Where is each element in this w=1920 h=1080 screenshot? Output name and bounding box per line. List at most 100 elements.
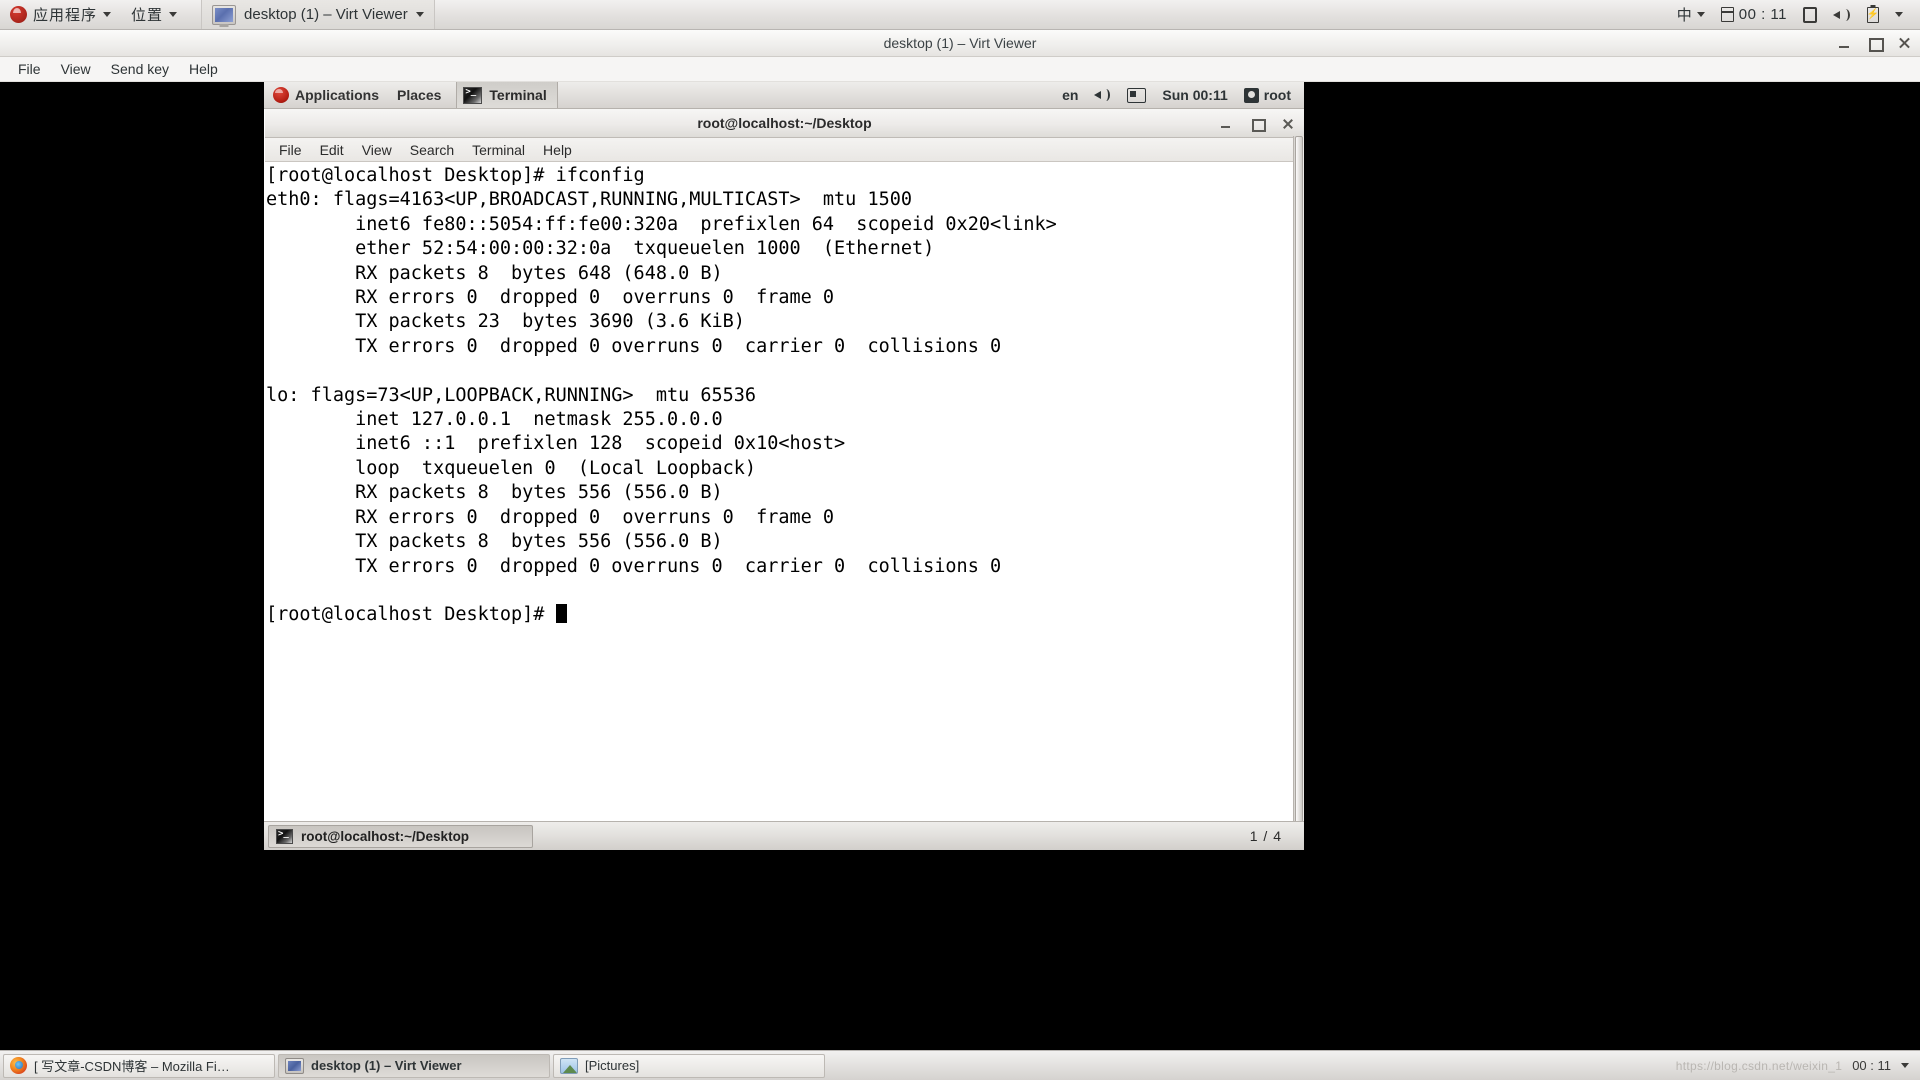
terminal-line: eth0: flags=4163<UP,BROADCAST,RUNNING,MU… [266,189,913,211]
terminal-menu-file[interactable]: File [270,140,311,160]
terminal-line: RX errors 0 dropped 0 overruns 0 frame 0 [266,287,835,309]
host-applications-label: 应用程序 [33,6,98,24]
terminal-icon [276,828,293,844]
guest-taskbar-item-terminal[interactable]: root@localhost:~/Desktop [268,824,533,848]
taskbar-item-label: [ 写文章-CSDN博客 – Mozilla Fi… [34,1059,230,1074]
terminal-line: RX packets 8 bytes 648 (648.0 B) [266,262,723,284]
menu-send-key[interactable]: Send key [101,59,179,79]
volume-icon [1833,7,1851,23]
terminal-menubar: File Edit View Search Terminal Help [265,138,1304,162]
maximize-icon[interactable] [1245,114,1267,133]
volume-indicator[interactable] [1826,0,1858,29]
terminal-menu-terminal[interactable]: Terminal [463,140,534,160]
taskbar-item-virt-viewer[interactable]: desktop (1) – Virt Viewer [278,1053,550,1078]
guest-taskbar-item-label: root@localhost:~/Desktop [301,828,470,844]
host-places-menu[interactable]: 位置 [121,0,187,29]
chevron-down-icon [1895,12,1903,17]
terminal-line: [root@localhost Desktop]# ifconfig [266,165,645,186]
terminal-line: ether 52:54:00:00:32:0a txqueuelen 1000 … [266,238,935,260]
terminal-menu-help[interactable]: Help [534,140,581,160]
input-method-label: 中 [1676,6,1692,24]
guest-scrollbar-thumb[interactable] [1295,136,1303,826]
host-top-panel: 应用程序 位置 desktop (1) – Virt Viewer 中 00 :… [0,0,1920,30]
guest-applications-label: Applications [295,87,380,103]
minimize-icon[interactable] [1836,35,1852,51]
terminal-cursor [555,604,567,624]
guest-desktop-area[interactable]: root@localhost:~/Desktop File Edit View [264,109,1304,850]
chevron-down-icon [169,12,178,17]
display-icon [1803,6,1817,23]
keyboard-layout-indicator[interactable]: en [1055,82,1085,108]
network-icon [1127,87,1147,103]
battery-icon: ⚡ [1867,6,1879,23]
guest-volume-indicator[interactable] [1087,82,1118,108]
terminal-menu-edit[interactable]: Edit [311,140,353,160]
host-applications-menu[interactable]: 应用程序 [0,0,121,29]
maximize-icon[interactable] [1866,35,1884,52]
virt-viewer-icon [285,1057,304,1074]
taskbar-item-firefox[interactable]: [ 写文章-CSDN博客 – Mozilla Fi… [3,1053,275,1078]
terminal-line: RX errors 0 dropped 0 overruns 0 frame 0 [266,506,835,528]
virt-viewer-canvas[interactable]: Applications Places Terminal en [0,82,1920,850]
fedora-icon [10,6,27,23]
menu-help[interactable]: Help [179,59,228,79]
guest-top-panel: Applications Places Terminal en [264,82,1304,109]
guest-places-menu[interactable]: Places [388,82,450,108]
terminal-menu-view[interactable]: View [353,140,401,160]
terminal-titlebar[interactable]: root@localhost:~/Desktop [265,109,1304,138]
chevron-down-icon [1696,12,1705,17]
terminal-output[interactable]: [root@localhost Desktop]# ifconfig eth0: … [265,162,1304,821]
chevron-down-icon [103,12,112,17]
guest-bottom-panel-right: 1 / 4 [1240,828,1300,844]
chevron-down-icon [415,12,424,17]
close-icon[interactable] [1276,114,1298,133]
host-panel-left: 应用程序 位置 desktop (1) – Virt Viewer [0,0,435,29]
guest-user-menu[interactable]: root [1237,82,1298,108]
virt-viewer-window: desktop (1) – Virt Viewer File View Send… [0,30,1920,850]
taskbar-item-label: desktop (1) – Virt Viewer [311,1058,462,1073]
menu-file[interactable]: File [8,59,51,79]
workspace-switcher[interactable]: 1 / 4 [1240,828,1292,844]
terminal-window-buttons [1214,109,1298,137]
host-clock[interactable]: 00 : 11 [1714,0,1794,29]
terminal-line: TX errors 0 dropped 0 overruns 0 carrier… [266,555,1002,577]
host-window-button[interactable]: desktop (1) – Virt Viewer [201,0,435,29]
watermark: https://blog.csdn.net/weixin_1 [1675,1058,1843,1073]
host-clock-label: 00 : 11 [1738,6,1787,23]
input-method-indicator[interactable]: 中 [1670,0,1712,29]
monitor-icon [212,4,237,25]
guest-panel-right: en Sun 00:11 root [1055,82,1304,108]
guest-panel-left: Applications Places Terminal [264,82,558,108]
host-panel-menu-toggle[interactable] [1888,0,1910,29]
taskbar-item-pictures[interactable]: [Pictures] [553,1053,825,1078]
guest-user-label: root [1263,87,1291,103]
host-places-label: 位置 [131,6,164,24]
terminal-line: lo: flags=73<UP,LOOPBACK,RUNNING> mtu 65… [266,384,757,406]
user-icon [1243,87,1259,103]
display-indicator[interactable] [1796,0,1824,29]
guest-clock[interactable]: Sun 00:11 [1155,82,1234,108]
taskbar-item-label: [Pictures] [585,1058,640,1073]
virt-viewer-titlebar[interactable]: desktop (1) – Virt Viewer [0,30,1920,57]
virt-viewer-window-buttons [1836,30,1912,56]
guest-network-indicator[interactable] [1120,82,1153,108]
chevron-down-icon[interactable] [1901,1063,1909,1068]
screen: 应用程序 位置 desktop (1) – Virt Viewer 中 00 :… [0,0,1920,1080]
minimize-icon[interactable] [1214,114,1236,133]
terminal-icon [463,86,483,104]
menu-view[interactable]: View [51,59,101,79]
host-taskbar-clock: 00 : 11 [1852,1058,1891,1073]
redhat-icon [273,87,289,103]
terminal-title: root@localhost:~/Desktop [697,115,872,131]
terminal-line: TX packets 8 bytes 556 (556.0 B) [266,531,723,553]
guest-scrollbar[interactable] [1293,136,1304,826]
terminal-menu-search[interactable]: Search [401,140,463,160]
close-icon[interactable] [1896,35,1912,51]
terminal-line: TX errors 0 dropped 0 overruns 0 carrier… [266,335,1002,357]
battery-indicator[interactable]: ⚡ [1860,0,1886,29]
guest-window-task-terminal[interactable]: Terminal [456,82,558,108]
keyboard-layout-label: en [1062,87,1079,103]
terminal-line: RX packets 8 bytes 556 (556.0 B) [266,482,723,504]
guest-applications-menu[interactable]: Applications [264,82,388,108]
